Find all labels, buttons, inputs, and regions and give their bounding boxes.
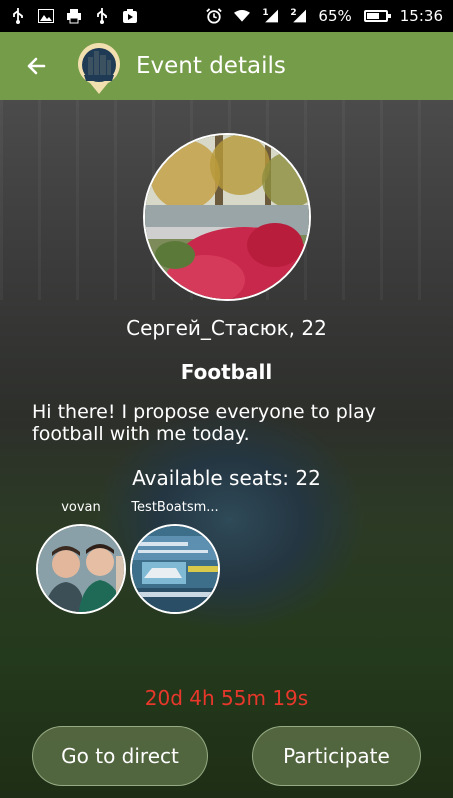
participate-button[interactable]: Participate [252, 726, 421, 786]
media-icon [122, 8, 138, 24]
sim2-label: 2 [290, 8, 297, 18]
signal-icon: 2 [290, 8, 307, 24]
countdown-timer: 20d 4h 55m 19s [144, 686, 309, 710]
available-seats: Available seats: 22 [132, 466, 321, 490]
sim1-label: 1 [262, 8, 269, 18]
clock: 15:36 [399, 7, 443, 25]
back-arrow-icon[interactable] [14, 44, 58, 88]
participant-item: TestBoatsm... [120, 500, 230, 614]
organizer-name-age: Сергей_Стасюк, 22 [126, 316, 327, 340]
event-description: Hi there! I propose everyone to play foo… [32, 401, 376, 445]
go-to-direct-button[interactable]: Go to direct [32, 726, 208, 786]
status-right-icons: 1 2 65% 15:36 [206, 7, 443, 25]
usb-icon [10, 8, 26, 24]
battery-percent: 65% [318, 7, 352, 25]
participant-name: TestBoatsm... [131, 500, 219, 515]
city-logo-icon [76, 43, 122, 94]
usb-icon [94, 8, 110, 24]
signal-icon: 1 [262, 8, 279, 24]
battery-icon [363, 10, 391, 22]
screen: 1 2 65% 15:36 Event details Сергей_Стасю… [0, 0, 453, 798]
page-title: Event details [136, 53, 286, 79]
alarm-icon [206, 8, 223, 24]
wifi-icon [234, 8, 251, 24]
event-name: Football [180, 360, 273, 384]
participant-avatar[interactable] [36, 524, 126, 614]
status-left-icons [10, 8, 138, 24]
organizer-avatar[interactable] [143, 133, 311, 301]
participant-avatar[interactable] [130, 524, 220, 614]
app-bar: Event details [0, 32, 453, 100]
printer-icon [66, 8, 82, 24]
status-bar: 1 2 65% 15:36 [0, 0, 453, 32]
image-icon [38, 8, 54, 24]
battery-fill [366, 13, 379, 19]
